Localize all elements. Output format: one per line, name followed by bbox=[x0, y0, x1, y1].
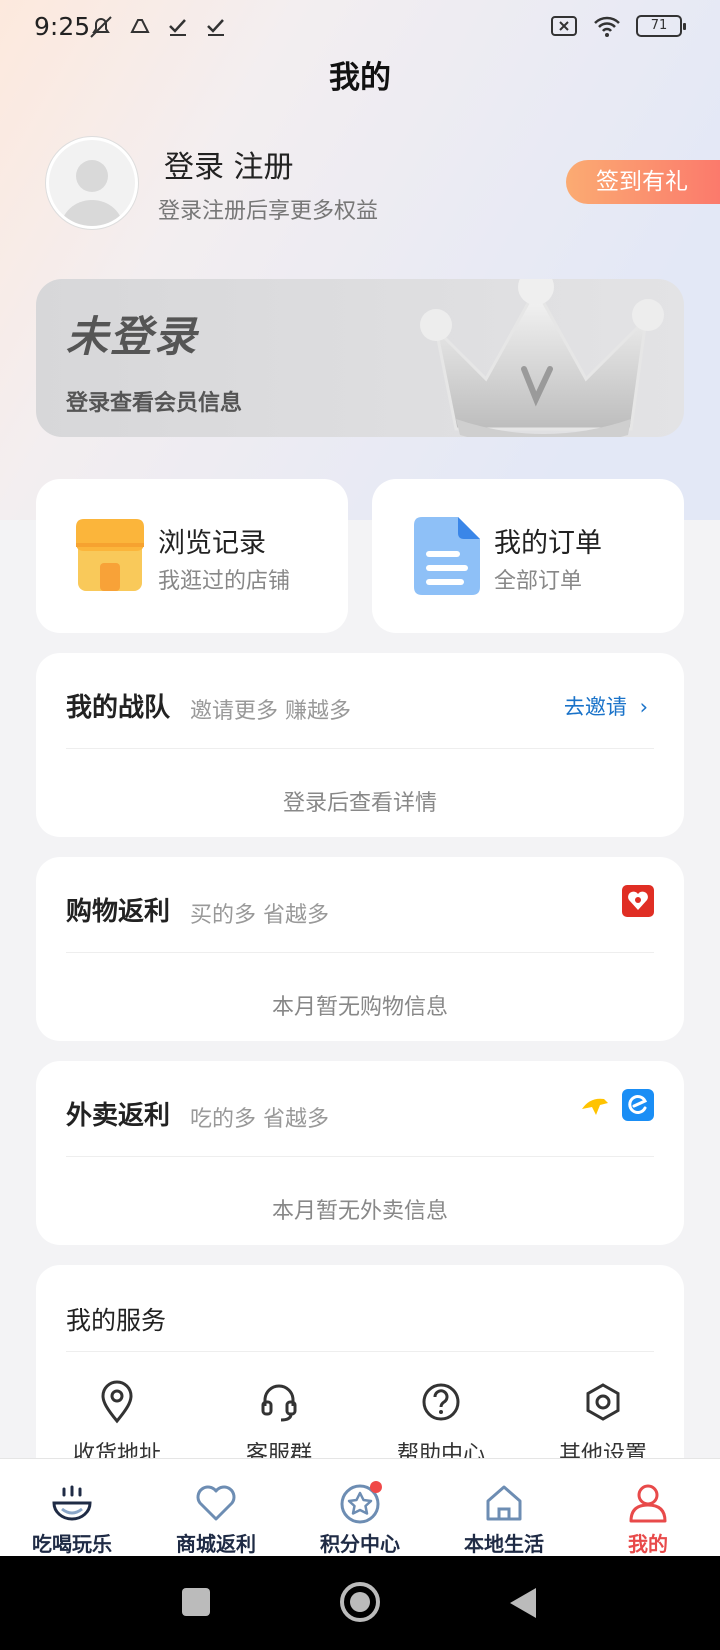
service-label: 收货地址 bbox=[72, 1442, 161, 1458]
my-orders-subtitle: 全部订单 bbox=[494, 569, 583, 594]
star-badge-icon bbox=[340, 1481, 382, 1524]
divider bbox=[66, 1351, 654, 1352]
shopping-rebate-section: 购物返利 买的多 省越多 本月暂无购物信息 bbox=[36, 857, 684, 1041]
check-icon bbox=[207, 19, 224, 36]
store-icon bbox=[76, 519, 144, 591]
my-orders-card[interactable]: 我的订单 全部订单 bbox=[372, 479, 684, 633]
divider bbox=[66, 952, 654, 953]
browse-history-title: 浏览记录 bbox=[158, 528, 266, 559]
service-help-center[interactable]: 帮助中心 bbox=[366, 1380, 516, 1458]
divider bbox=[66, 748, 654, 749]
recent-apps-icon[interactable] bbox=[182, 1588, 210, 1616]
team-empty-text: 登录后查看详情 bbox=[282, 791, 437, 816]
services-grid: 收货地址 客服群 帮助中心 其他设置 bbox=[36, 1380, 684, 1458]
status-time: 9:25 bbox=[34, 12, 91, 41]
service-other-settings[interactable]: 其他设置 bbox=[528, 1380, 678, 1458]
home-nav-icon[interactable] bbox=[340, 1582, 380, 1622]
headset-icon bbox=[261, 1384, 297, 1422]
team-title: 我的战队 bbox=[66, 693, 171, 723]
tab-points-center[interactable]: 积分中心 bbox=[288, 1459, 432, 1557]
member-subtitle: 登录查看会员信息 bbox=[66, 391, 243, 416]
shopping-empty-text: 本月暂无购物信息 bbox=[271, 995, 448, 1020]
home-icon bbox=[486, 1485, 522, 1521]
notification-icons bbox=[88, 14, 228, 40]
heart-icon bbox=[196, 1485, 236, 1521]
shopping-subtitle: 买的多 省越多 bbox=[190, 903, 329, 928]
service-shipping-address[interactable]: 收货地址 bbox=[42, 1380, 192, 1458]
battery-icon: 71 bbox=[636, 15, 686, 37]
chevron-right-icon: › bbox=[639, 695, 648, 719]
mute-bell-icon bbox=[90, 16, 112, 38]
login-register-link[interactable]: 登录 注册 bbox=[164, 142, 294, 186]
document-icon bbox=[414, 517, 480, 595]
bottom-tab-bar: 吃喝玩乐 商城返利 积分中心 本地生活 我的 bbox=[0, 1458, 720, 1556]
crown-icon bbox=[420, 279, 664, 437]
drive-icon bbox=[130, 19, 150, 33]
avatar[interactable] bbox=[46, 137, 138, 229]
team-subtitle: 邀请更多 赚越多 bbox=[190, 699, 351, 724]
person-icon bbox=[629, 1484, 667, 1523]
system-icons: 71 bbox=[550, 14, 686, 38]
page-title: 我的 bbox=[329, 60, 391, 96]
tab-eat-drink-play[interactable]: 吃喝玩乐 bbox=[0, 1459, 144, 1557]
system-nav-bar bbox=[0, 1556, 720, 1650]
food-bowl-icon bbox=[52, 1485, 92, 1521]
member-card[interactable]: 未登录 登录查看会员信息 bbox=[36, 279, 684, 437]
member-status-title: 未登录 bbox=[66, 312, 199, 361]
service-support-group[interactable]: 客服群 bbox=[204, 1380, 354, 1458]
location-icon bbox=[101, 1380, 133, 1424]
takeout-subtitle: 吃的多 省越多 bbox=[190, 1107, 329, 1132]
wifi-icon bbox=[594, 16, 620, 37]
login-subtitle: 登录注册后享更多权益 bbox=[158, 199, 379, 224]
sim-x-icon bbox=[551, 16, 577, 36]
eleme-icon[interactable] bbox=[622, 1089, 654, 1121]
takeout-title: 外卖返利 bbox=[66, 1101, 171, 1131]
service-label: 客服群 bbox=[245, 1442, 312, 1458]
status-bar: 9:25 71 bbox=[0, 0, 720, 56]
signin-reward-button[interactable]: 签到有礼 bbox=[566, 160, 720, 204]
invite-link[interactable]: 去邀请 › bbox=[564, 691, 648, 721]
pinduoduo-icon[interactable] bbox=[622, 885, 654, 917]
tab-label: 我的 bbox=[628, 1532, 668, 1556]
my-orders-title: 我的订单 bbox=[494, 528, 602, 559]
divider bbox=[66, 1156, 654, 1157]
service-label: 其他设置 bbox=[558, 1442, 647, 1458]
invite-label: 去邀请 bbox=[563, 695, 627, 719]
tab-label: 本地生活 bbox=[464, 1532, 544, 1556]
tab-label: 商城返利 bbox=[176, 1532, 256, 1556]
takeout-rebate-section: 外卖返利 吃的多 省越多 本月暂无外卖信息 bbox=[36, 1061, 684, 1245]
tab-label: 吃喝玩乐 bbox=[32, 1532, 112, 1556]
settings-icon bbox=[586, 1383, 620, 1421]
check-icon bbox=[169, 19, 186, 36]
tab-label: 积分中心 bbox=[320, 1532, 400, 1556]
help-icon bbox=[422, 1383, 460, 1421]
service-label: 帮助中心 bbox=[396, 1442, 485, 1458]
shopping-title: 购物返利 bbox=[66, 897, 171, 927]
tab-mine[interactable]: 我的 bbox=[576, 1459, 720, 1557]
back-icon[interactable] bbox=[508, 1586, 538, 1620]
browse-history-card[interactable]: 浏览记录 我逛过的店铺 bbox=[36, 479, 348, 633]
takeout-empty-text: 本月暂无外卖信息 bbox=[271, 1199, 448, 1224]
meituan-icon[interactable] bbox=[580, 1093, 610, 1119]
my-team-section: 我的战队 邀请更多 赚越多 去邀请 › 登录后查看详情 bbox=[36, 653, 684, 837]
tab-local-life[interactable]: 本地生活 bbox=[432, 1459, 576, 1557]
tab-mall-rebate[interactable]: 商城返利 bbox=[144, 1459, 288, 1557]
services-title: 我的服务 bbox=[66, 1306, 167, 1335]
browse-history-subtitle: 我逛过的店铺 bbox=[158, 569, 291, 594]
